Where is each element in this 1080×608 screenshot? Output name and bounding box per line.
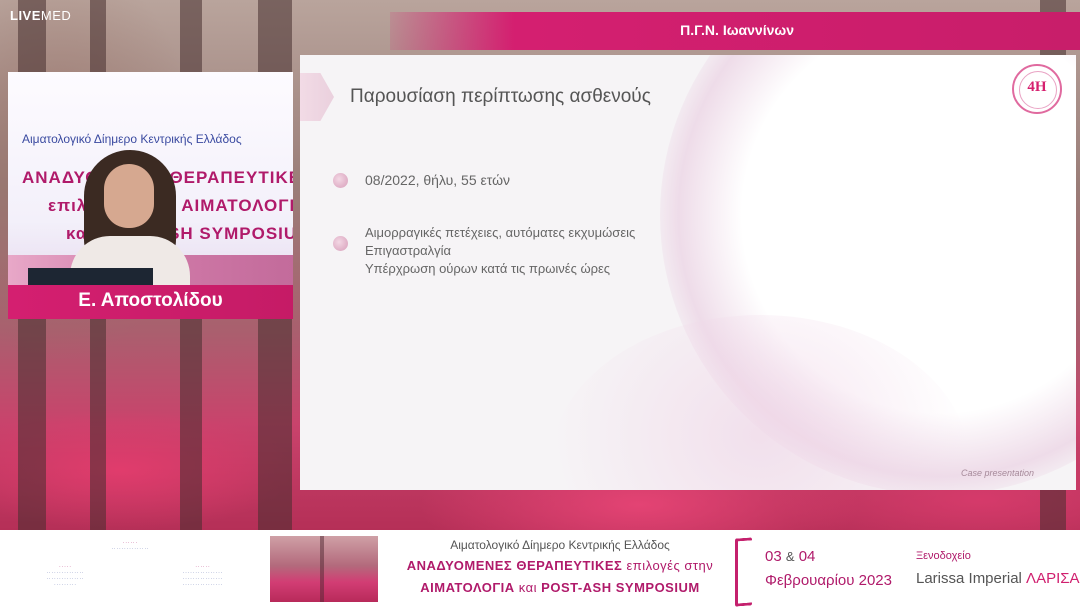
organizers-fineprint: · · · · · · · · · · · · · · · · · · · · · … [46,564,84,587]
event-days: 03 & 04 [765,548,816,565]
livemed-logo: LIVEMED [10,8,72,23]
title-arrow-icon [300,73,334,121]
banner-page-edge [735,537,752,607]
poster-subtitle: Αιματολογικό Δίημερο Κεντρικής Ελλάδος [22,132,242,146]
banner-title-line1: ΑΝΑΔΥΟΜΕΝΕΣ ΘΕΡΑΠΕΥΤΙΚΕΣ επιλογές στην [406,558,714,573]
bullet-icon [333,173,348,188]
presenter-name: Ε. Αποστολίδου [78,290,223,311]
banner-title-line2: ΑΙΜΑΤΟΛΟΓΙΑ και POST-ASH SYMPOSIUM [420,580,700,595]
symptom-line: Αιμορραγικές πετέχειες, αυτόματες εκχυμώ… [365,225,636,240]
presenter-video [70,150,190,285]
event-banner: · · · · · · · · · · · · · · · · · · · · ·… [0,530,1080,608]
presentation-slide: Παρουσίαση περίπτωσης ασθενούς 4H 08/202… [300,55,1076,490]
organizers-fineprint: · · · · · · · · · · · · · · · · · · · · ·… [182,564,223,587]
slide-title: Παρουσίαση περίπτωσης ασθενούς [350,86,651,107]
event-month-year: Φεβρουαρίου 2023 [765,572,892,589]
symptom-line: Υπέρχρωση ούρων κατά τις πρωινές ώρες [365,261,611,276]
venue-name: Larissa Imperial ΛΑΡΙΣΑ [916,570,1080,587]
bullet-text-symptoms: Αιμορραγικές πετέχειες, αυτόματες εκχυμώ… [365,224,635,278]
banner-subtitle: Αιματολογικό Δίημερο Κεντρικής Ελλάδος [450,538,670,552]
presenter-webcam: Αιματολογικό Δίημερο Κεντρικής Ελλάδος Α… [8,72,293,285]
society-logo-icon: 4H [1012,64,1062,114]
bullet-text-demographics: 08/2022, θήλυ, 55 ετών [365,172,511,188]
symptom-line: Επιγαστραλγία [365,243,452,258]
slide-footer: Case presentation [960,468,1034,478]
bullet-icon [333,236,348,251]
logo-text: 4H [1027,79,1047,95]
hospital-name: Π.Γ.Ν. Ιωαννίνων [680,22,794,38]
venue-label: Ξενοδοχείο [916,550,971,562]
organizers-fineprint: · · · · · · · · · · · · · · · · · · · · · [111,540,149,551]
laptop [28,268,153,285]
banner-book-image [270,536,378,602]
